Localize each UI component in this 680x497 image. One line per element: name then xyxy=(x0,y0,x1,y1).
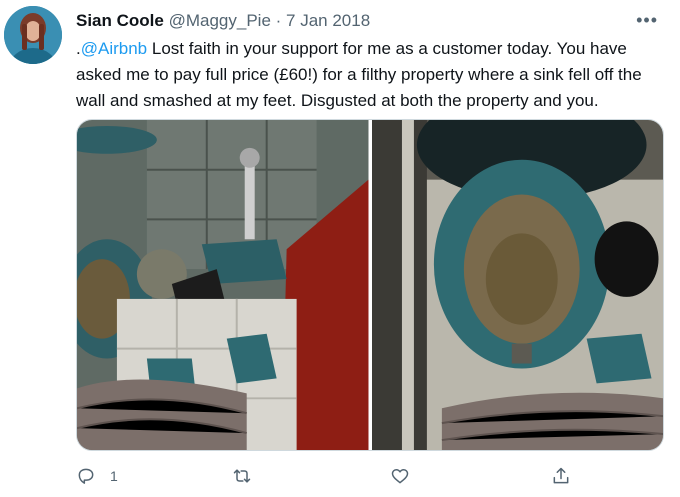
tweet-text: .@Airbnb Lost faith in your support for … xyxy=(76,36,672,114)
retweet-button[interactable] xyxy=(232,464,266,488)
reply-button[interactable]: 1 xyxy=(76,464,118,488)
more-icon[interactable]: ••• xyxy=(636,10,658,31)
tweet-actions: 1 xyxy=(76,464,576,488)
tweet-date[interactable]: 7 Jan 2018 xyxy=(286,11,370,30)
avatar[interactable] xyxy=(4,6,62,64)
reply-icon xyxy=(78,468,94,484)
photo-broken-sink-floor[interactable] xyxy=(77,120,369,450)
like-icon xyxy=(391,469,409,484)
share-icon xyxy=(553,467,569,484)
author-name[interactable]: Sian Coole xyxy=(76,11,164,30)
tweet-media xyxy=(76,119,664,451)
header-separator: · xyxy=(275,11,282,30)
reply-count: 1 xyxy=(110,468,118,484)
tweet: Sian Coole @Maggy_Pie · 7 Jan 2018 ••• .… xyxy=(0,0,680,497)
mention-link[interactable]: @Airbnb xyxy=(81,39,147,58)
text-body: Lost faith in your support for me as a c… xyxy=(76,39,642,110)
like-button[interactable] xyxy=(390,464,424,488)
author-handle[interactable]: @Maggy_Pie xyxy=(169,11,271,30)
photo-dirty-toilet[interactable] xyxy=(371,120,663,450)
retweet-icon xyxy=(233,469,251,483)
tweet-header: Sian Coole @Maggy_Pie · 7 Jan 2018 xyxy=(76,11,370,31)
share-button[interactable] xyxy=(551,464,585,488)
